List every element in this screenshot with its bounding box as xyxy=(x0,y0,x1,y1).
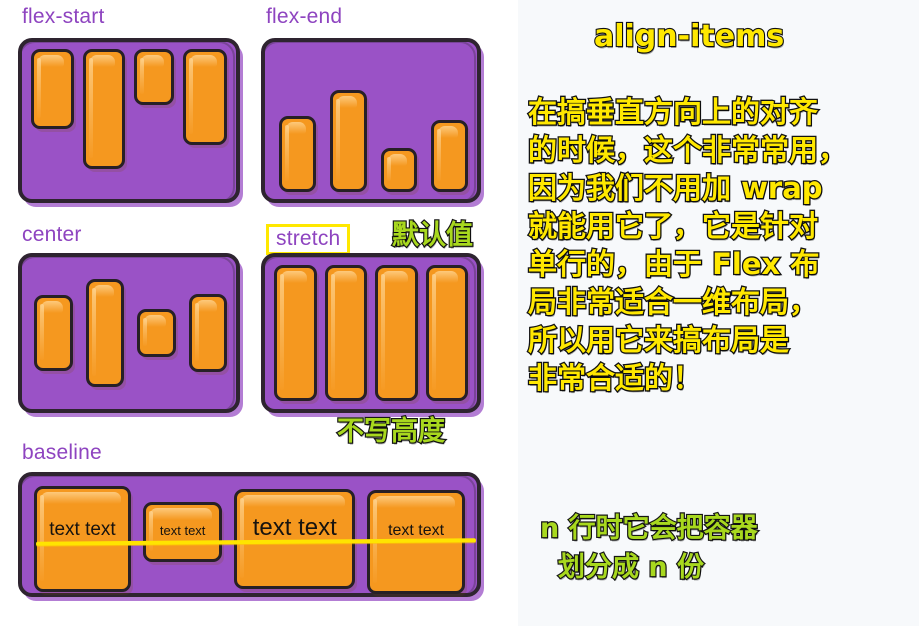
item-text: text text xyxy=(159,523,206,538)
paragraph-line: 因为我们不用加 wrap xyxy=(527,171,824,205)
flex-item xyxy=(279,116,316,192)
panel-title: align-items xyxy=(593,19,785,54)
footer-block: n 行时它会把容器 划分成 n 份 xyxy=(539,513,919,583)
container-flex-start xyxy=(18,38,240,203)
flex-item xyxy=(137,309,176,357)
notes-panel: align-items 在搞垂直方向上的对齐 的时候，这个非常常用， 因为我们不… xyxy=(518,0,919,626)
item-text: text text xyxy=(388,522,445,539)
footer-line: 划分成 n 份 xyxy=(557,552,705,583)
diagram-panel: flex-start flex-end center stretch 默认值 不… xyxy=(0,0,518,626)
paragraph-block: 在搞垂直方向上的对齐 的时候，这个非常常用， 因为我们不用加 wrap 就能用它… xyxy=(527,95,919,402)
flex-item xyxy=(85,279,124,387)
flex-item-text: text text xyxy=(142,502,223,562)
flex-item xyxy=(324,265,367,401)
section-center: center xyxy=(22,224,82,245)
flex-item-text: text text xyxy=(34,486,131,592)
section-label-flex-end: flex-end xyxy=(266,5,343,28)
flex-item xyxy=(182,49,227,145)
item-text: text text xyxy=(49,519,116,540)
container-baseline: text text text text text text text text xyxy=(18,472,481,597)
annotation-default-value: 默认值 xyxy=(391,220,474,251)
flex-item xyxy=(31,49,74,129)
flex-item xyxy=(431,120,468,192)
flex-item xyxy=(274,265,317,401)
flex-item xyxy=(425,265,468,401)
paragraph-line: 非常合适的！ xyxy=(527,361,704,395)
paragraph-line: 所以用它来搞布局是 xyxy=(527,323,791,357)
flex-item xyxy=(380,148,418,192)
paragraph-line: 在搞垂直方向上的对齐 xyxy=(527,95,820,129)
section-label-baseline: baseline xyxy=(22,441,102,464)
flex-item xyxy=(188,294,227,372)
footer-line: n 行时它会把容器 xyxy=(539,513,759,544)
item-text: text text xyxy=(252,514,337,541)
section-label-center: center xyxy=(22,223,82,246)
flex-item xyxy=(82,49,126,169)
flex-item xyxy=(375,265,418,401)
section-flex-end: flex-end xyxy=(266,6,342,27)
flex-item xyxy=(329,90,367,192)
container-stretch xyxy=(261,253,481,413)
container-center xyxy=(18,253,240,413)
container-flex-end xyxy=(261,38,481,203)
section-baseline: baseline xyxy=(22,442,102,463)
flex-item xyxy=(134,49,174,105)
section-label-stretch: stretch xyxy=(266,224,351,255)
section-flex-start: flex-start xyxy=(22,6,105,27)
paragraph-line: 单行的，由于 Flex 布 xyxy=(527,247,821,281)
paragraph-line: 的时候，这个非常常用， xyxy=(527,133,849,167)
slide-root: flex-start flex-end center stretch 默认值 不… xyxy=(0,0,919,626)
flex-item xyxy=(34,295,73,371)
annotation-no-height: 不写高度 xyxy=(336,416,446,447)
section-stretch: stretch xyxy=(266,224,351,255)
section-label-flex-start: flex-start xyxy=(22,5,105,28)
paragraph-line: 就能用它了，它是针对 xyxy=(527,209,820,243)
paragraph-line: 局非常适合一维布局， xyxy=(527,285,820,319)
